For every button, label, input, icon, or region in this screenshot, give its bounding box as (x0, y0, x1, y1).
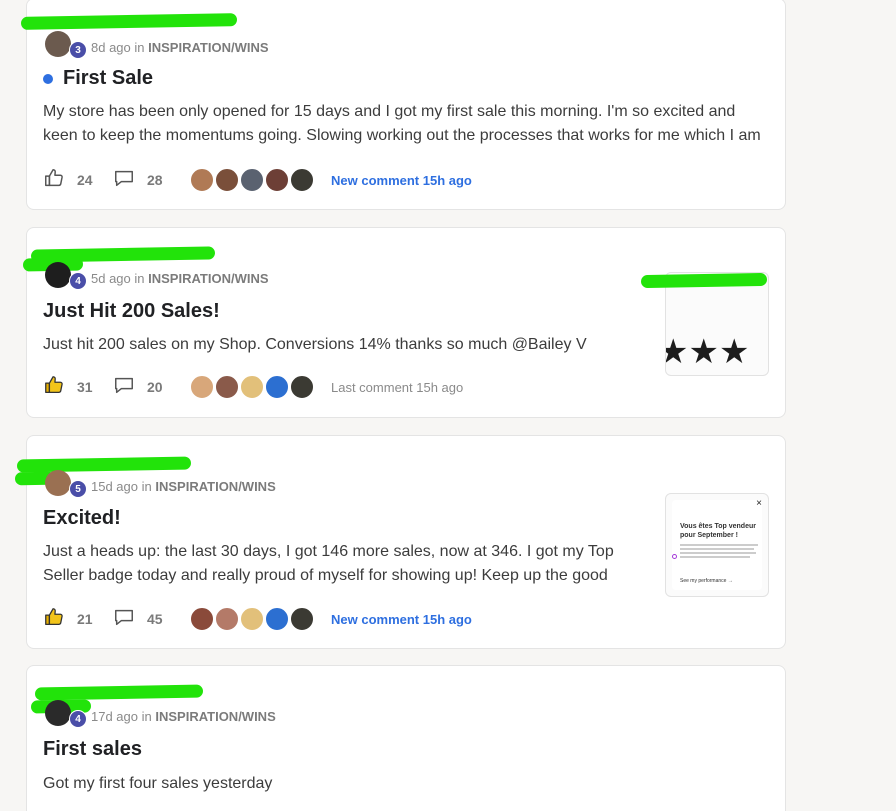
post-title[interactable]: Excited! (43, 507, 121, 530)
avatar (239, 606, 265, 632)
last-comment-note[interactable]: New comment 15h ago (331, 173, 472, 188)
last-comment-note[interactable]: New comment 15h ago (331, 612, 472, 627)
avatar (239, 167, 265, 193)
popup-link: See my performance → (680, 578, 733, 584)
author-avatar[interactable]: 4 (43, 700, 87, 728)
thumbs-up-icon (43, 374, 65, 401)
comment-button[interactable]: 20 (113, 374, 165, 401)
thumbs-up-icon (43, 606, 65, 633)
last-comment-note[interactable]: Last comment 15h ago (331, 380, 463, 395)
author-avatar[interactable]: 4 (43, 262, 87, 290)
post-timestamp: 15d ago in INSPIRATION/WINS (91, 478, 276, 494)
level-badge: 4 (69, 272, 87, 290)
post-actions: 21 45 New comment 15h ago (43, 604, 472, 634)
like-count: 31 (77, 379, 93, 395)
post-excerpt[interactable]: My store has been only opened for 15 day… (43, 100, 773, 148)
post-meta: 4 17d ago in INSPIRATION/WINS (43, 700, 276, 728)
post-title[interactable]: Just Hit 200 Sales! (43, 300, 220, 323)
level-badge: 5 (69, 480, 87, 498)
post-title-text: First Sale (63, 67, 154, 89)
post-actions: 24 28 New comment 15h ago (43, 165, 472, 195)
comment-button[interactable]: 45 (113, 606, 165, 633)
post-title[interactable]: First sales (43, 738, 142, 761)
post-meta: 3 8d ago in INSPIRATION/WINS (43, 31, 269, 59)
avatar (45, 262, 71, 288)
avatar (189, 606, 215, 632)
post-meta: 5 15d ago in INSPIRATION/WINS (43, 470, 276, 498)
post-title[interactable]: First Sale (43, 67, 153, 90)
post-category[interactable]: INSPIRATION/WINS (155, 479, 275, 494)
post-timestamp: 8d ago in INSPIRATION/WINS (91, 39, 269, 55)
commenter-avatars[interactable] (189, 374, 315, 400)
post-category[interactable]: INSPIRATION/WINS (148, 40, 268, 55)
avatar (189, 167, 215, 193)
comment-bubble-icon (113, 606, 135, 633)
avatar (289, 606, 315, 632)
comment-button[interactable]: 28 (113, 167, 165, 194)
popup-title: Vous êtes Top vendeur pour September ! (680, 523, 756, 539)
post-category[interactable]: INSPIRATION/WINS (155, 709, 275, 724)
post-meta: 4 5d ago in INSPIRATION/WINS (43, 262, 269, 290)
avatar (264, 167, 290, 193)
close-icon: × (756, 498, 762, 509)
status-dot-icon (672, 554, 677, 559)
thumbs-up-icon (43, 167, 65, 194)
redaction-mark (640, 272, 768, 289)
post-category[interactable]: INSPIRATION/WINS (148, 271, 268, 286)
comment-bubble-icon (113, 167, 135, 194)
notification-image: × Vous êtes Top vendeur pour September !… (672, 498, 762, 590)
post-card[interactable]: 4 17d ago in INSPIRATION/WINS First sale… (26, 665, 786, 811)
like-button[interactable]: 31 (43, 374, 95, 401)
redaction-mark (16, 456, 192, 473)
comment-count: 45 (147, 611, 163, 627)
comment-bubble-icon (113, 374, 135, 401)
comment-count: 20 (147, 379, 163, 395)
post-thumbnail[interactable]: × Vous êtes Top vendeur pour September !… (665, 493, 769, 597)
avatar (45, 700, 71, 726)
avatar (264, 374, 290, 400)
avatar (289, 167, 315, 193)
star-rating-image: ★★★ (665, 333, 750, 371)
level-badge: 3 (69, 41, 87, 59)
redaction-mark (20, 13, 238, 30)
unread-indicator (43, 73, 53, 84)
post-timestamp: 17d ago in INSPIRATION/WINS (91, 708, 276, 724)
author-avatar[interactable]: 3 (43, 31, 87, 59)
like-count: 24 (77, 172, 93, 188)
level-badge: 4 (69, 710, 87, 728)
post-card[interactable]: 5 15d ago in INSPIRATION/WINS Excited! J… (14, 435, 786, 649)
avatar (264, 606, 290, 632)
post-excerpt[interactable]: Just hit 200 sales on my Shop. Conversio… (43, 333, 633, 357)
post-card[interactable]: 4 5d ago in INSPIRATION/WINS Just Hit 20… (22, 227, 786, 418)
avatar (189, 374, 215, 400)
avatar (45, 470, 71, 496)
avatar (289, 374, 315, 400)
avatar (45, 31, 71, 57)
like-count: 21 (77, 611, 93, 627)
comment-count: 28 (147, 172, 163, 188)
author-avatar[interactable]: 5 (43, 470, 87, 498)
post-timestamp: 5d ago in INSPIRATION/WINS (91, 270, 269, 286)
like-button[interactable]: 21 (43, 606, 95, 633)
avatar (214, 374, 240, 400)
redaction-mark (34, 684, 204, 701)
post-excerpt[interactable]: Just a heads up: the last 30 days, I got… (43, 540, 633, 588)
commenter-avatars[interactable] (189, 606, 315, 632)
post-thumbnail[interactable]: ★★★ (665, 272, 769, 376)
popup-text (680, 542, 760, 560)
post-excerpt[interactable]: Got my first four sales yesterday (43, 772, 773, 796)
avatar (214, 167, 240, 193)
post-actions: 31 20 Last comment 15h ago (43, 372, 463, 402)
avatar (239, 374, 265, 400)
avatar (214, 606, 240, 632)
post-card[interactable]: 3 8d ago in INSPIRATION/WINS First Sale … (20, 0, 786, 210)
commenter-avatars[interactable] (189, 167, 315, 193)
like-button[interactable]: 24 (43, 167, 95, 194)
